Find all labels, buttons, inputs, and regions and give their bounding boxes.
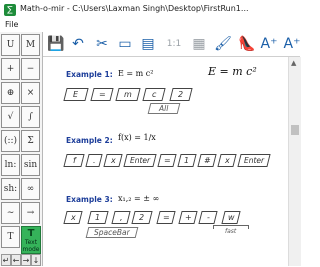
symbol-wave-button[interactable]: ∼ bbox=[1, 202, 20, 224]
paste-icon[interactable]: ▤ bbox=[139, 35, 157, 53]
key-dot: . bbox=[85, 154, 103, 167]
example-3-math: x₁,₂ = ± ∞ bbox=[118, 194, 160, 203]
key-1-3: 1 bbox=[87, 211, 109, 224]
symbol-sin-button[interactable]: sin bbox=[21, 154, 40, 176]
fraction-icon[interactable]: 1:1 bbox=[165, 35, 183, 53]
nav-arrow-1-icon[interactable]: ← bbox=[11, 254, 21, 266]
cut-icon[interactable]: ✂ bbox=[93, 35, 111, 53]
key-hash: # bbox=[197, 154, 217, 167]
symbol-U-M-1-button[interactable]: U bbox=[1, 34, 20, 56]
vertical-scrollbar[interactable]: ▲ bbox=[288, 57, 301, 266]
symbol-integral-button[interactable]: ∫ bbox=[21, 106, 40, 128]
symbol-paren-button[interactable]: (::) bbox=[1, 130, 20, 152]
symbol-minus-button[interactable]: − bbox=[21, 58, 40, 80]
key-minus: - bbox=[198, 211, 218, 224]
save-icon[interactable]: 💾 bbox=[47, 35, 65, 53]
symbol-inf-button[interactable]: ∞ bbox=[21, 178, 40, 200]
grid-icon[interactable]: ▦ bbox=[190, 35, 208, 53]
scroll-thumb[interactable] bbox=[291, 125, 299, 135]
symbol-sum-button[interactable]: Σ bbox=[21, 130, 40, 152]
example-2-label: Example 2: bbox=[66, 136, 113, 145]
title-bar: ∑ Math-o-mir - C:\Users\Laxman Singh\Des… bbox=[0, 0, 300, 20]
shoe-icon[interactable]: 👠 bbox=[238, 35, 256, 53]
menu-bar: File bbox=[0, 20, 300, 32]
example-3-label: Example 3: bbox=[66, 195, 113, 204]
key-m: m bbox=[115, 88, 141, 101]
app-icon: ∑ bbox=[4, 4, 16, 16]
window-title: Math-o-mir - C:\Users\Laxman Singh\Deskt… bbox=[20, 4, 249, 13]
example-1-display: E = m c² bbox=[208, 65, 257, 78]
symbol-plus-button[interactable]: + bbox=[1, 58, 20, 80]
key-c: c bbox=[142, 88, 166, 101]
key-x-2: x bbox=[217, 154, 237, 167]
color-icon[interactable]: 🖌 bbox=[214, 35, 232, 53]
example-1-math: E = m c² bbox=[118, 69, 154, 78]
key-comma: , bbox=[111, 211, 131, 224]
text-mode-icon: T bbox=[27, 228, 35, 239]
key-plus: + bbox=[178, 211, 198, 224]
key-1: 1 bbox=[177, 154, 197, 167]
key-equals: = bbox=[90, 88, 114, 101]
nav-arrow-2-icon[interactable]: → bbox=[21, 254, 31, 266]
undo-icon[interactable]: ↶ bbox=[69, 35, 87, 53]
key-2: 2 bbox=[169, 88, 193, 101]
example-2-math: f(x) = 1/x bbox=[118, 133, 156, 142]
example-1-label: Example 1: bbox=[66, 70, 113, 79]
document-canvas[interactable]: Example 1: E = m c² E = m c² E = m c 2 A… bbox=[43, 57, 288, 266]
symbol-sidebar: U M + − ⊕ × √ ∫ (::) Σln: sin sh: ∞ ∼ → T T Text mode ↵ ← → ↓ bbox=[0, 32, 43, 266]
symbol-ln-button[interactable]: ln: bbox=[1, 154, 20, 176]
key-w: w bbox=[221, 211, 241, 224]
key-equals-3: = bbox=[156, 211, 176, 224]
symbol-arrow-button[interactable]: → bbox=[21, 202, 40, 224]
text-mode-button[interactable]: T Text mode bbox=[21, 226, 41, 254]
key-f: f bbox=[63, 154, 85, 167]
nav-arrow-3-icon[interactable]: ↓ bbox=[31, 254, 41, 266]
key-All: All bbox=[147, 103, 181, 114]
symbol-plus-circle-button[interactable]: ⊕ bbox=[1, 82, 20, 104]
menu-file[interactable]: File bbox=[5, 20, 18, 29]
text-mode-label-2: mode bbox=[22, 246, 40, 253]
font-larger-icon[interactable]: A⁺ bbox=[260, 35, 278, 53]
key-enter-2: Enter bbox=[237, 154, 271, 167]
scroll-up-icon[interactable]: ▲ bbox=[291, 59, 296, 67]
key-equals-2: = bbox=[157, 154, 177, 167]
toolbar: 💾 ↶ ✂ ▭ ▤ 1:1 ▦ 🖌 👠 A⁺ A⁺ bbox=[43, 32, 300, 57]
text-mode-label-1: Text bbox=[24, 239, 38, 246]
fast-note: fast bbox=[225, 228, 237, 235]
key-x-3: x bbox=[63, 211, 83, 224]
key-x: x bbox=[103, 154, 123, 167]
key-2-3: 2 bbox=[131, 211, 153, 224]
key-spacebar: SpaceBar bbox=[85, 227, 139, 238]
nav-arrow-0-icon[interactable]: ↵ bbox=[1, 254, 11, 266]
font-larger2-icon[interactable]: A⁺ bbox=[283, 35, 301, 53]
copy-icon[interactable]: ▭ bbox=[116, 35, 134, 53]
symbol-sh-button[interactable]: sh: bbox=[1, 178, 20, 200]
symbol-M-button[interactable]: M bbox=[21, 34, 40, 56]
symbol-sqrt-button[interactable]: √ bbox=[1, 106, 20, 128]
key-E: E bbox=[63, 88, 89, 101]
key-enter-1: Enter bbox=[123, 154, 157, 167]
symbol-T-button[interactable]: T bbox=[1, 226, 20, 248]
symbol-times-button[interactable]: × bbox=[21, 82, 40, 104]
